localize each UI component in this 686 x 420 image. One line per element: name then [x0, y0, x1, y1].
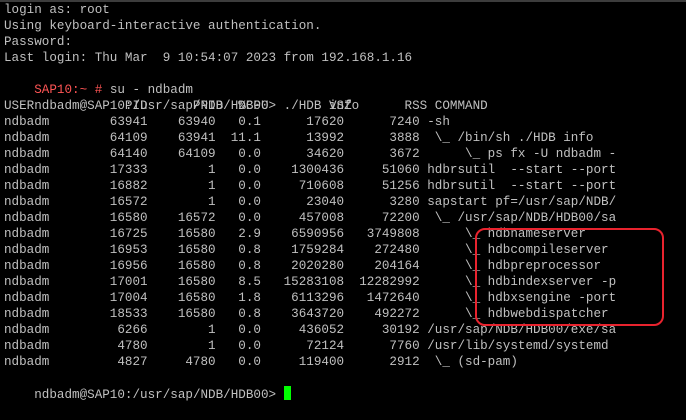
process-row: ndbadm 4780 1 0.0 72124 7760 /usr/lib/sy…	[4, 339, 609, 353]
process-table-header: USER PID PPID %CPU VSZ RSS COMMAND	[4, 99, 488, 113]
auth-line: Using keyboard-interactive authenticatio…	[4, 19, 322, 33]
last-login-line: Last login: Thu Mar 9 10:54:07 2023 from…	[4, 51, 413, 65]
process-row: ndbadm 64140 64109 0.0 34620 3672 \_ ps …	[4, 147, 617, 161]
process-row: ndbadm 16953 16580 0.8 1759284 272480 \_…	[4, 243, 609, 257]
login-line: login as: root	[4, 3, 110, 17]
final-prompt: ndbadm@SAP10:/usr/sap/NDB/HDB00>	[34, 388, 277, 402]
process-row: ndbadm 16580 16572 0.0 457008 72200 \_ /…	[4, 211, 617, 225]
process-row: ndbadm 17001 16580 8.5 15283108 12282992…	[4, 275, 617, 289]
final-prompt-line[interactable]: ndbadm@SAP10:/usr/sap/NDB/HDB00>	[4, 370, 291, 402]
process-row: ndbadm 64109 63941 11.1 13992 3888 \_ /b…	[4, 131, 594, 145]
process-row: ndbadm 16572 1 0.0 23040 3280 sapstart p…	[4, 195, 617, 209]
process-row: ndbadm 4827 4780 0.0 119400 2912 \_ (sd-…	[4, 355, 518, 369]
terminal-cursor	[283, 386, 291, 400]
process-row: ndbadm 16956 16580 0.8 2020280 204164 \_…	[4, 259, 602, 273]
process-row: ndbadm 18533 16580 0.8 3643720 492272 \_…	[4, 307, 609, 321]
process-row: ndbadm 17333 1 0.0 1300436 51060 hdbrsut…	[4, 163, 617, 177]
process-row: ndbadm 63941 63940 0.1 17620 7240 -sh	[4, 115, 450, 129]
hdb-info-command-line: ndbadm@SAP10:/usr/sap/NDB/HDB00> ./HDB i…	[4, 82, 359, 113]
process-row: ndbadm 17004 16580 1.8 6113296 1472640 \…	[4, 291, 617, 305]
root-command-line: SAP10:~ # su - ndbadm	[4, 66, 193, 97]
process-row: ndbadm 16725 16580 2.9 6590956 3749808 \…	[4, 227, 586, 241]
process-row: ndbadm 6266 1 0.0 436052 30192 /usr/sap/…	[4, 323, 617, 337]
terminal-window[interactable]: login as: root Using keyboard-interactiv…	[0, 0, 686, 420]
password-line: Password:	[4, 35, 73, 49]
process-row: ndbadm 16882 1 0.0 710608 51256 hdbrsuti…	[4, 179, 617, 193]
